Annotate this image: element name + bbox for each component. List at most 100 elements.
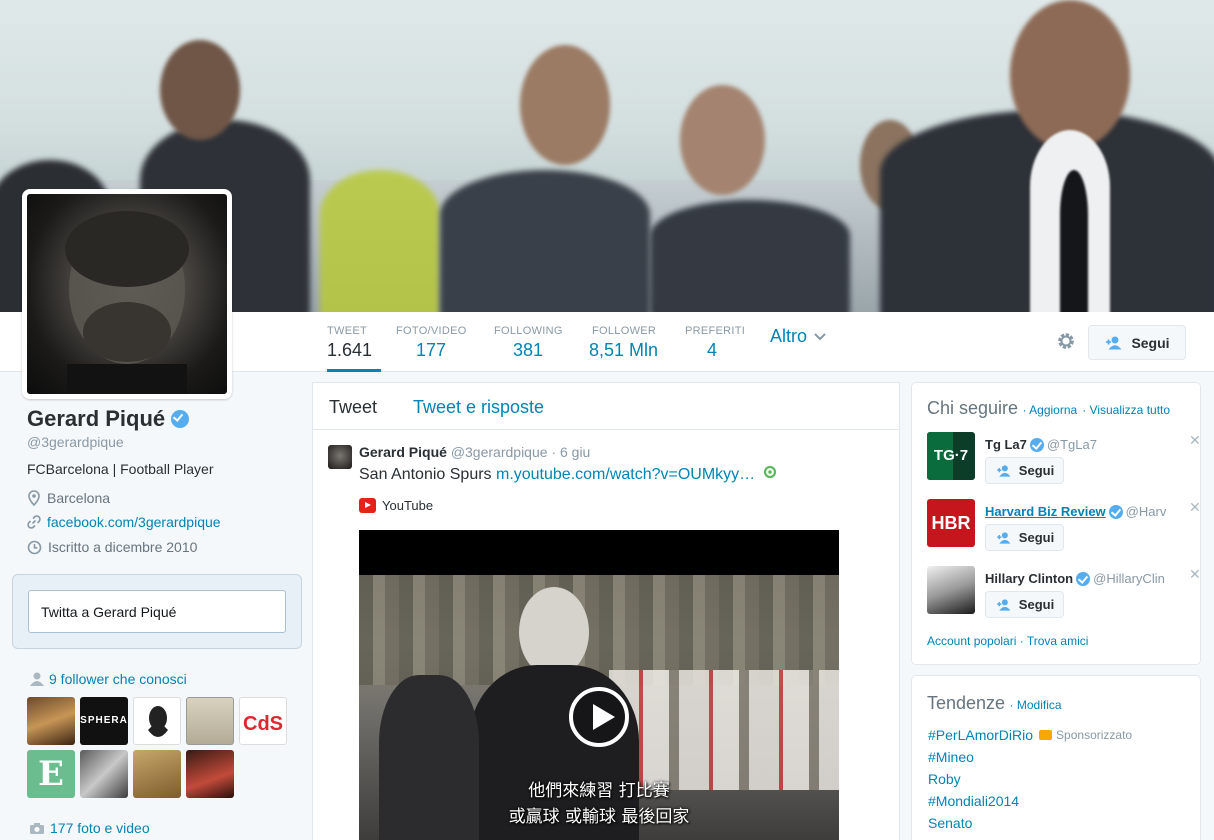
follower-avatar-text: CdS (243, 713, 283, 735)
account-handle: @HillaryClin (1093, 571, 1165, 586)
user-icon (30, 672, 44, 686)
follow-account-label: Segui (1018, 597, 1055, 612)
follow-account-button[interactable]: Segui (985, 591, 1064, 618)
follower-avatar[interactable] (186, 750, 234, 798)
account-name[interactable]: Tg La7 @TgLa7 (985, 437, 1097, 452)
trends-header: Tendenze · Modifica (927, 693, 1062, 714)
dismiss-icon[interactable]: ✕ (1189, 499, 1201, 516)
profile-name[interactable]: Gerard Piqué (27, 406, 190, 432)
follower-avatar[interactable] (133, 697, 181, 745)
website-link[interactable]: facebook.com/3gerardpique (47, 514, 221, 530)
account-avatar[interactable] (927, 566, 975, 614)
trend-item[interactable]: #Mineo (928, 749, 974, 765)
video-player[interactable]: 他們來練習 打比賽 或贏球 或輸球 最後回家 (359, 530, 839, 840)
popular-accounts-link[interactable]: Account popolari (927, 634, 1016, 648)
promoted-icon (1039, 730, 1053, 740)
profile-avatar[interactable] (22, 189, 232, 399)
trend-item[interactable]: #Mondiali2014 (928, 793, 1019, 809)
view-all-link[interactable]: · Visualizza tutto (1082, 403, 1170, 417)
profile-joined: Iscritto a dicembre 2010 (27, 539, 197, 555)
banner-figure (650, 200, 850, 312)
sponsored-badge: Sponsorizzato (1039, 728, 1132, 742)
trends-edit-link[interactable]: · Modifica (1010, 698, 1062, 712)
tweet-to-box: Twitta a Gerard Piqué (12, 574, 302, 649)
banner-head (520, 45, 610, 165)
banner-figure (320, 170, 440, 312)
follower-avatar[interactable]: E (27, 750, 75, 798)
follower-avatar[interactable]: CdS (239, 697, 287, 745)
follower-avatar[interactable] (27, 697, 75, 745)
stat-tweet[interactable]: TWEET 1.641 (327, 312, 381, 372)
video-crowd (359, 575, 839, 685)
stat-value: 177 (416, 340, 447, 360)
stat-following[interactable]: FOLLOWING 381 (494, 312, 563, 372)
account-name[interactable]: Harvard Biz Review @Harv (985, 504, 1166, 519)
find-friends-link[interactable]: · Trova amici (1020, 634, 1089, 648)
tweet-avatar[interactable] (328, 445, 352, 469)
add-user-icon (996, 598, 1011, 611)
dismiss-icon[interactable]: ✕ (1189, 566, 1201, 583)
account-avatar[interactable]: HBR (927, 499, 975, 547)
tweet-header: Gerard Piqué @3gerardpique · 6 giu (359, 444, 590, 460)
account-name-text: Hillary Clinton (985, 571, 1074, 586)
follow-label: Segui (1131, 334, 1170, 351)
more-label: Altro (770, 326, 808, 346)
account-avatar-text: HBR (931, 513, 971, 533)
followers-you-know[interactable]: 9 follower che conosci (29, 671, 187, 687)
profile-website[interactable]: facebook.com/3gerardpique (27, 514, 221, 530)
follow-account-button[interactable]: Segui (985, 457, 1064, 484)
follower-avatar-text: E (38, 754, 64, 794)
youtube-icon (359, 498, 376, 513)
timeline-tabs: Tweet Tweet e risposte (313, 383, 899, 430)
trend-item[interactable]: Senato (928, 815, 972, 831)
profile-name-text: Gerard Piqué (27, 406, 166, 431)
dismiss-icon[interactable]: ✕ (1189, 432, 1201, 449)
timeline: Tweet Tweet e risposte Gerard Piqué @3ge… (312, 382, 900, 840)
who-to-follow-header: Chi seguire · Aggiorna · Visualizza tutt… (927, 398, 1170, 419)
stat-followers[interactable]: FOLLOWER 8,51 Mln (589, 312, 658, 372)
account-handle: @TgLa7 (1046, 437, 1097, 452)
tab-tweet[interactable]: Tweet (329, 397, 377, 418)
verified-icon (1076, 571, 1091, 586)
stat-label: FOLLOWER (592, 325, 657, 337)
tweet-card-source[interactable]: YouTube (359, 498, 433, 513)
play-button[interactable] (569, 687, 629, 747)
add-user-icon (996, 464, 1011, 477)
stat-favorites[interactable]: PREFERITI 4 (685, 312, 745, 372)
sponsored-label: Sponsorizzato (1056, 728, 1133, 742)
stat-photos[interactable]: FOTO/VIDEO 177 (396, 312, 467, 372)
media-indicator-icon[interactable] (763, 465, 776, 479)
follower-avatar[interactable] (80, 750, 128, 798)
account-name[interactable]: Hillary Clinton @HillaryClin (985, 571, 1165, 586)
follower-avatar[interactable] (186, 697, 234, 745)
stat-label: TWEET (327, 325, 367, 337)
chevron-down-icon (814, 333, 826, 341)
profile-handle[interactable]: @3gerardpique (27, 434, 124, 450)
tweet-to-input[interactable]: Twitta a Gerard Piqué (28, 590, 286, 633)
follow-button[interactable]: Segui (1088, 325, 1186, 360)
avatar-portrait (65, 211, 189, 394)
tab-tweet-replies[interactable]: Tweet e risposte (413, 397, 544, 418)
account-avatar[interactable]: TG·7 (927, 432, 975, 480)
trends-card: Tendenze · Modifica #PerLAmorDiRio Spons… (911, 675, 1201, 840)
tweet-link[interactable]: m.youtube.com/watch?v=OUMkyy… (496, 466, 755, 483)
refresh-link[interactable]: · Aggiorna (1023, 403, 1078, 417)
account-handle: @Harv (1125, 504, 1167, 519)
tweet-date[interactable]: · 6 giu (551, 444, 590, 460)
who-to-follow-title: Chi seguire (927, 398, 1019, 418)
trend-item[interactable]: #PerLAmorDiRio Sponsorizzato (928, 727, 1132, 743)
calendar-icon (27, 540, 42, 554)
follow-account-label: Segui (1018, 530, 1055, 545)
banner-head (160, 40, 240, 140)
verified-icon (171, 410, 190, 428)
more-menu[interactable]: Altro (770, 326, 826, 347)
add-user-icon (996, 531, 1011, 544)
follower-avatar[interactable] (133, 750, 181, 798)
tweet-author-name[interactable]: Gerard Piqué (359, 444, 447, 460)
trend-item[interactable]: Roby (928, 771, 961, 787)
follower-avatar[interactable]: SPHERA (80, 697, 128, 745)
follow-account-button[interactable]: Segui (985, 524, 1064, 551)
gear-icon[interactable] (1056, 331, 1076, 351)
tweet-author-handle[interactable]: @3gerardpique (451, 444, 548, 460)
photos-videos-link[interactable]: 177 foto e video (29, 820, 150, 836)
